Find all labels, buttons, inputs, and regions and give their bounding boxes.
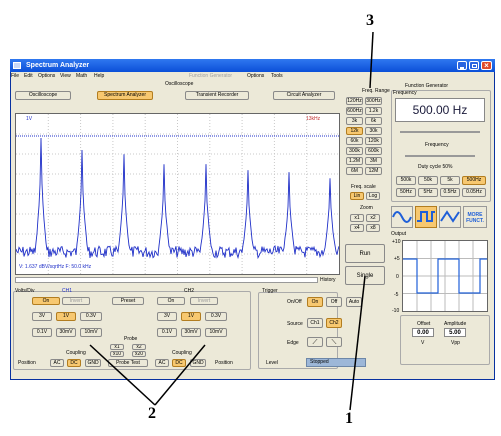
callout-lines: [89, 31, 374, 411]
